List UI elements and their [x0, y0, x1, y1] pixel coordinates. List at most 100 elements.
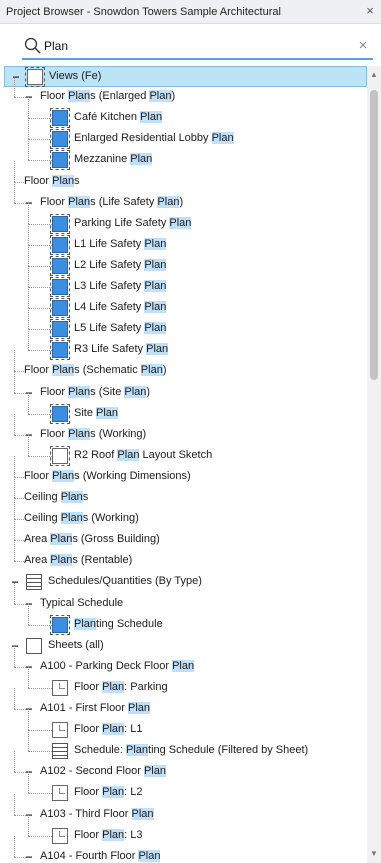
tree-row[interactable]: Schedule: Planting Schedule (Filtered by…	[4, 730, 367, 762]
tree-row[interactable]: − Floor Plans (Site Plan)	[4, 371, 367, 404]
tree-row[interactable]: R2 Roof Plan Layout Sketch	[4, 434, 367, 467]
tree-label: A103 - Third Floor Plan	[40, 807, 154, 820]
tree-label: Area Plans (Rentable)	[24, 554, 133, 567]
tree-guide	[28, 139, 54, 141]
tree-row[interactable]: Floor Plans (Schematic Plan)	[4, 350, 367, 382]
tree-guide	[14, 519, 15, 541]
collapse-toggle-icon[interactable]: −	[24, 661, 34, 673]
collapse-toggle-icon[interactable]: −	[24, 429, 34, 441]
tree-row[interactable]: R3 Life Safety Plan	[4, 329, 367, 361]
tree-label: Schedules/Quantities (By Type)	[48, 575, 202, 588]
tree-row[interactable]: − A100 - Parking Deck Floor Plan	[4, 645, 367, 678]
collapse-toggle-icon[interactable]: −	[24, 197, 34, 209]
tree-row[interactable]: − Floor Plans (Working)	[4, 413, 367, 446]
tree-row[interactable]: Café Kitchen Plan	[4, 97, 367, 129]
tree-row[interactable]: Ceiling Plans (Working)	[4, 498, 367, 530]
scroll-thumb[interactable]	[370, 90, 378, 380]
clear-search-icon[interactable]: ×	[355, 37, 371, 55]
collapse-toggle-icon[interactable]: −	[10, 640, 20, 652]
tree-label: R3 Life Safety Plan	[74, 343, 169, 356]
tree-row[interactable]: − A104 - Fourth Floor Plan	[4, 835, 367, 863]
tree-row[interactable]: − Sheets (all)	[4, 636, 367, 657]
sheet-icon	[52, 827, 68, 844]
tree-label: Parking Life Safety Plan	[74, 216, 192, 229]
tree-row[interactable]: Area Plans (Gross Building)	[4, 519, 367, 551]
tree-guide	[28, 308, 54, 310]
tree-row[interactable]: Site Plan	[4, 392, 367, 425]
tree-row[interactable]: Floor Plan: L1	[4, 709, 367, 741]
tree-row[interactable]: − Views (Fe)	[4, 66, 367, 87]
tree-row[interactable]: Planting Schedule	[4, 603, 367, 636]
collapse-toggle-icon[interactable]: −	[10, 576, 20, 588]
tree-label: Floor Plans (Life Safety Plan)	[40, 195, 184, 208]
collapse-toggle-icon[interactable]: −	[24, 809, 34, 821]
tree-guide	[28, 350, 54, 352]
view-icon	[50, 298, 70, 319]
view-icon	[50, 277, 70, 297]
tree-row[interactable]: − Floor Plans (Life Safety Plan)	[4, 181, 367, 214]
tree-guide	[14, 688, 15, 709]
view-icon	[50, 150, 70, 171]
tree-row[interactable]: L1 Life Safety Plan	[4, 223, 367, 256]
tree-row[interactable]: − Schedules/Quantities (By Type)	[4, 572, 367, 593]
tree-row[interactable]: Enlarged Residential Lobby Plan	[4, 118, 367, 150]
tree-row[interactable]: Floor Plan: L2	[4, 772, 367, 804]
close-icon[interactable]: ×	[363, 3, 377, 19]
tree-label: Floor Plan: Parking	[74, 680, 168, 693]
tree-guide	[28, 709, 29, 731]
tree-row[interactable]: − A103 - Third Floor Plan	[4, 793, 367, 826]
collapse-toggle-icon[interactable]: −	[24, 766, 34, 778]
tree-row[interactable]: Ceiling Plans	[4, 477, 367, 509]
collapse-toggle-icon[interactable]: −	[24, 703, 34, 715]
title-bar: Project Browser - Snowdon Towers Sample …	[0, 0, 381, 24]
tree-row[interactable]: Mezzanine Plan	[4, 139, 367, 171]
tree-row[interactable]: Floor Plan: Parking	[4, 666, 367, 699]
tree-row[interactable]: L2 Life Safety Plan	[4, 244, 367, 277]
tree-row[interactable]: L5 Life Safety Plan	[4, 308, 367, 340]
sheet-icon	[52, 722, 68, 739]
collapse-toggle-icon[interactable]: −	[11, 71, 21, 83]
scrollbar[interactable]: ▲ ▼	[367, 66, 381, 863]
tree-row[interactable]: − Floor Plans (Enlarged Plan)	[4, 76, 367, 108]
folder-icon	[26, 637, 42, 654]
tree-label: Ceiling Plans (Working)	[24, 512, 139, 525]
tree-label: A102 - Second Floor Plan	[40, 765, 166, 778]
tree-guide	[14, 477, 15, 498]
tree-row[interactable]: Floor Plans (Working Dimensions)	[4, 455, 367, 488]
tree-label: L2 Life Safety Plan	[74, 258, 167, 271]
tree-row[interactable]: − A102 - Second Floor Plan	[4, 751, 367, 783]
tree-row[interactable]: − Typical Schedule	[4, 582, 367, 615]
tree-row[interactable]: − A101 - First Floor Plan	[4, 688, 367, 720]
tree-label: Floor Plans (Enlarged Plan)	[40, 90, 176, 103]
tree-row[interactable]: Parking Life Safety Plan	[4, 202, 367, 235]
tree-guide	[14, 76, 15, 98]
tree-guide	[14, 751, 15, 773]
tree-row[interactable]: Area Plans (Rentable)	[4, 540, 367, 572]
tree-row[interactable]: L3 Life Safety Plan	[4, 266, 367, 298]
tree-row[interactable]: L4 Life Safety Plan	[4, 287, 367, 319]
scroll-up-icon[interactable]: ▲	[369, 70, 379, 80]
tree-label: Floor Plans (Working)	[40, 427, 147, 440]
collapse-toggle-icon[interactable]: −	[24, 598, 34, 610]
collapse-toggle-icon[interactable]: −	[24, 91, 34, 103]
tree-guide	[28, 329, 29, 351]
tree-label: Ceiling Plans	[24, 491, 89, 503]
search-bar: ×	[22, 34, 373, 60]
tree-guide	[28, 329, 54, 331]
search-icon	[22, 35, 44, 57]
tree-guide	[28, 413, 54, 415]
scroll-down-icon[interactable]: ▼	[369, 849, 379, 859]
tree-guide	[28, 455, 54, 457]
collapse-toggle-icon[interactable]: −	[24, 851, 34, 863]
search-input[interactable]	[44, 36, 344, 56]
tree-guide	[28, 624, 54, 626]
tree-guide	[28, 793, 54, 795]
tree-guide	[28, 266, 29, 287]
tree-label: L4 Life Safety Plan	[74, 301, 167, 314]
collapse-toggle-icon[interactable]: −	[24, 387, 34, 399]
tree-row[interactable]: Floor Plans	[4, 160, 367, 193]
tree-label: Floor Plans (Schematic Plan)	[24, 364, 167, 377]
tree-guide	[28, 308, 29, 330]
tree-row[interactable]: Floor Plan: L3	[4, 814, 367, 847]
tree-guide	[28, 814, 29, 836]
